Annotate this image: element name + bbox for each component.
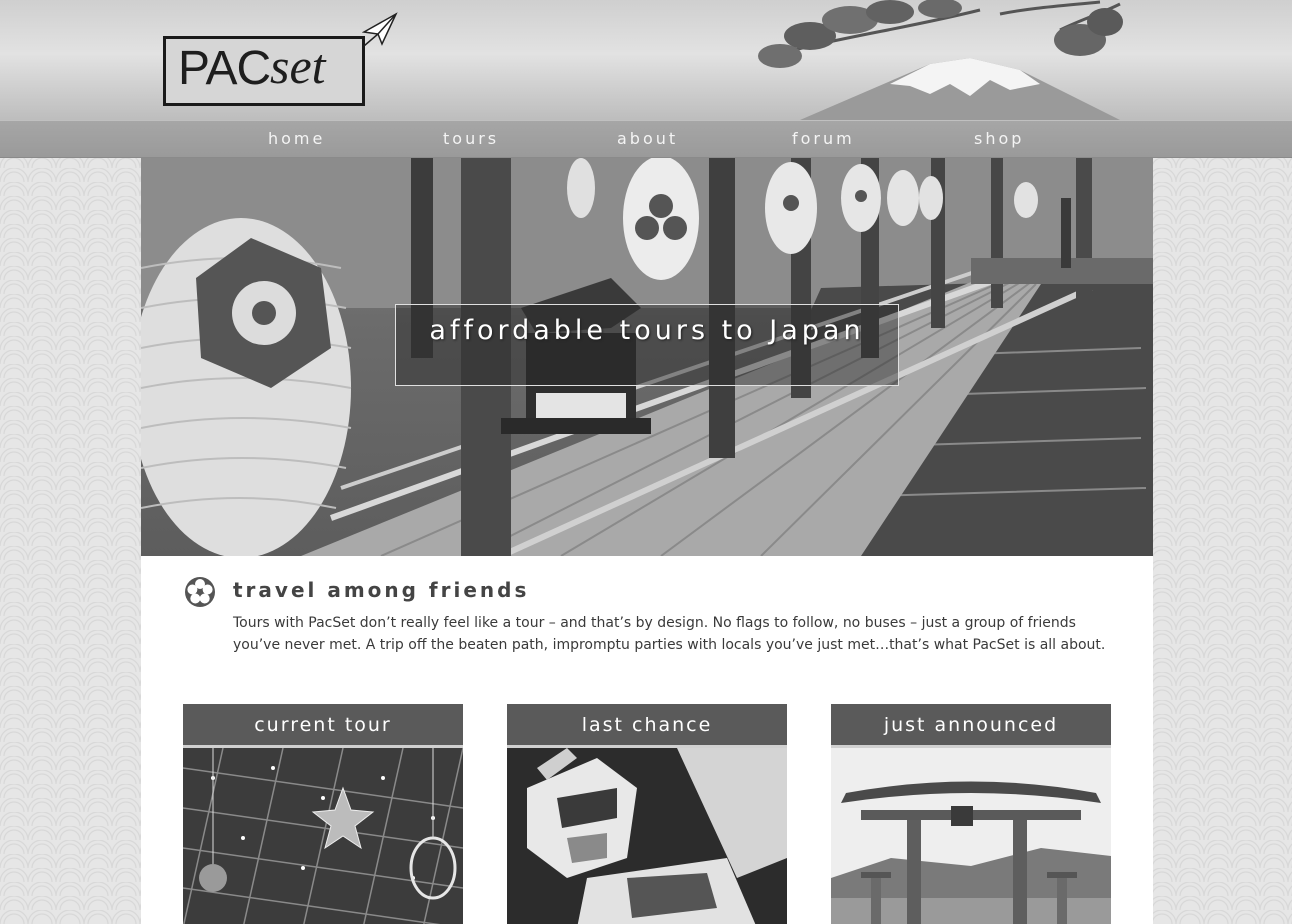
- hero-caption: affordable tours to Japan: [395, 304, 899, 386]
- site-header: PAC set: [0, 0, 1292, 120]
- card-photo-torii-gate: [831, 748, 1111, 924]
- mount-fuji-illustration: [740, 0, 1292, 120]
- card-just-announced[interactable]: just announced: [831, 704, 1111, 924]
- card-title: just announced: [831, 704, 1111, 748]
- intro-heading: travel among friends: [233, 578, 530, 602]
- logo-text-set: set: [270, 38, 326, 94]
- hero-banner: affordable tours to Japan: [141, 158, 1153, 556]
- logo-text-pac: PAC: [178, 42, 271, 95]
- nav-link-home[interactable]: home: [268, 129, 325, 148]
- flower-icon: [184, 576, 216, 612]
- card-last-chance[interactable]: last chance: [507, 704, 787, 924]
- card-title: last chance: [507, 704, 787, 748]
- nav-link-tours[interactable]: tours: [443, 129, 499, 148]
- card-current-tour[interactable]: current tour: [183, 704, 463, 924]
- intro-paragraph: Tours with PacSet don’t really feel like…: [233, 615, 1106, 653]
- nav-link-forum[interactable]: forum: [792, 129, 855, 148]
- site-logo[interactable]: PAC set: [163, 36, 365, 106]
- card-title: current tour: [183, 704, 463, 748]
- main-content: affordable tours to Japan travel among f…: [141, 158, 1153, 924]
- nav-link-about[interactable]: about: [617, 129, 678, 148]
- paper-plane-icon: [361, 12, 398, 50]
- card-photo-robot-statue: [507, 748, 787, 924]
- card-photo-ornaments: [183, 748, 463, 924]
- nav-link-shop[interactable]: shop: [974, 129, 1024, 148]
- main-navigation: home tours about forum shop: [0, 120, 1292, 158]
